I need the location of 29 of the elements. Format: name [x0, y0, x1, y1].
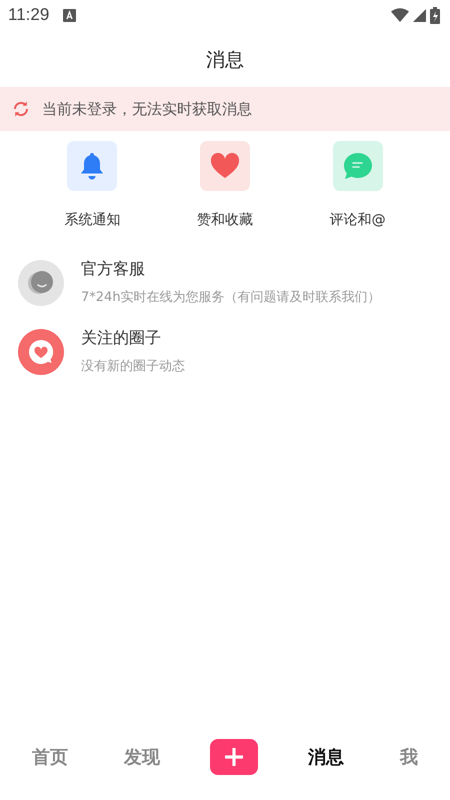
- status-time: 11:29: [8, 5, 50, 25]
- plus-icon: [225, 748, 243, 766]
- conversation-name[interactable]: 关注的圈子: [81, 328, 185, 349]
- battery-icon: [430, 6, 440, 24]
- nav-tab[interactable]: 发现: [118, 741, 166, 773]
- conversation-preview: 7*24h实时在线为您服务（有问题请及时联系我们）: [81, 289, 381, 306]
- shortcut-label: 评论和@: [330, 211, 386, 229]
- signal-icon: [413, 8, 426, 22]
- wifi-icon: [391, 8, 409, 22]
- refresh-icon: [12, 100, 30, 118]
- bell-icon: [80, 152, 104, 180]
- keyboard-a-icon: [63, 8, 76, 22]
- notice-text: 当前未登录，无法实时获取消息: [42, 100, 252, 118]
- add-button[interactable]: [210, 739, 258, 775]
- conversation-preview: 没有新的圈子动态: [81, 358, 185, 375]
- likes-tile[interactable]: [200, 141, 250, 191]
- shortcut-label: 赞和收藏: [196, 211, 253, 229]
- nav-tab[interactable]: 首页: [26, 741, 74, 773]
- chat-bubble-icon: [342, 152, 373, 180]
- notification-tile[interactable]: [67, 141, 118, 191]
- shortcut-label: 系统通知: [64, 211, 120, 229]
- circle-chat-icon: [18, 328, 64, 374]
- nav-tab[interactable]: 消息: [302, 741, 350, 773]
- nav-tab[interactable]: 我: [394, 741, 424, 773]
- support-chat-icon: [18, 260, 64, 306]
- heart-icon: [210, 153, 240, 179]
- comments-tile[interactable]: [332, 141, 383, 191]
- page-title: 消息: [206, 48, 244, 73]
- conversation-name[interactable]: 官方客服: [81, 259, 381, 280]
